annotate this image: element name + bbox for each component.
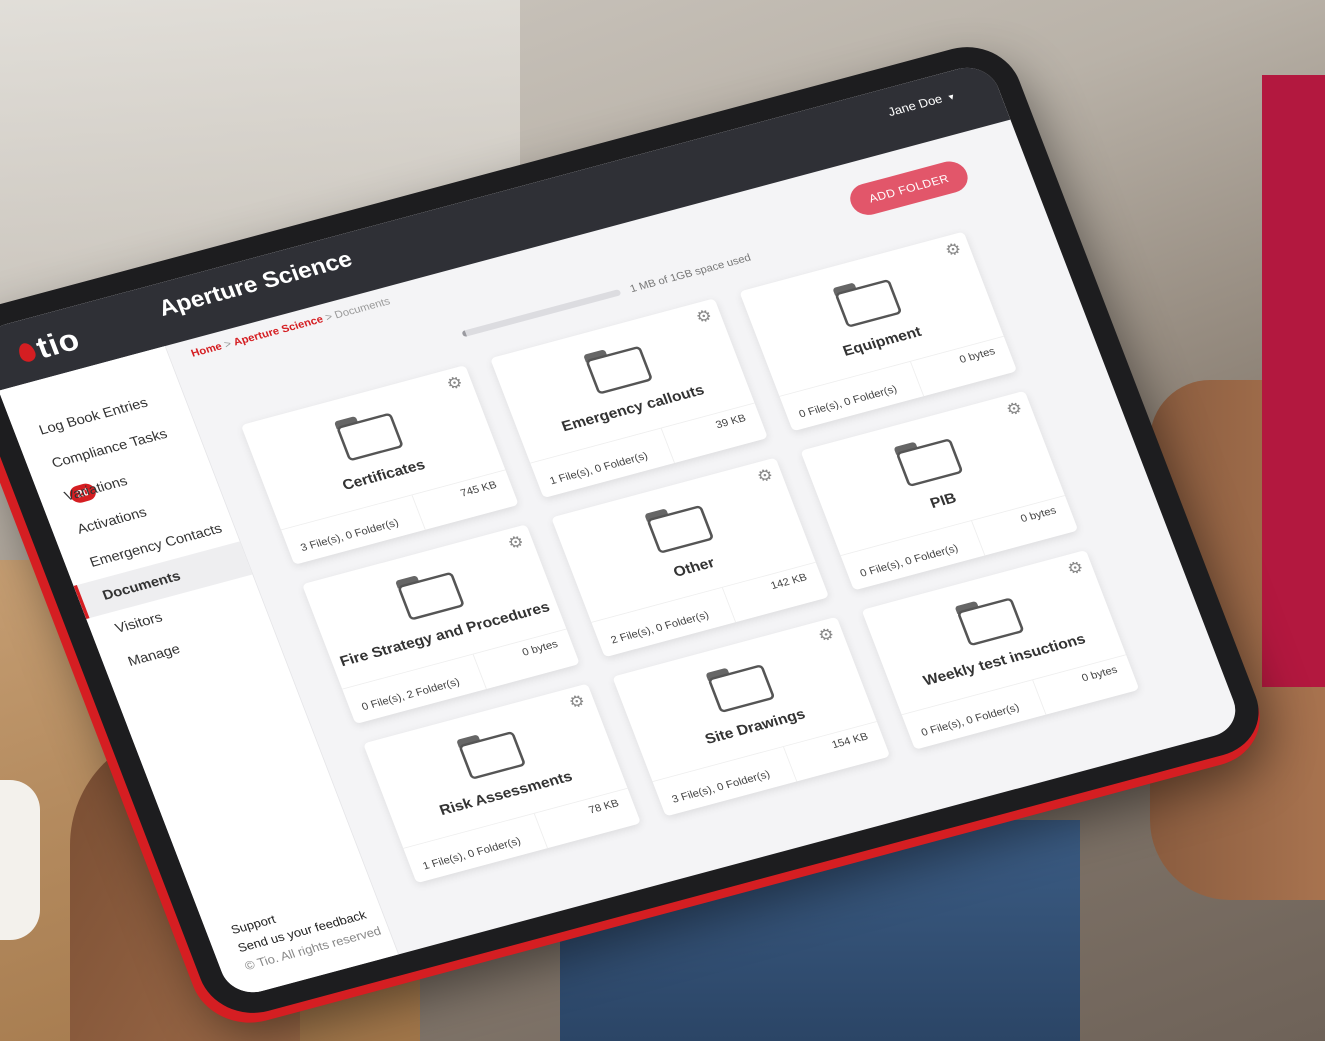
storage-progress-fill [461, 330, 467, 337]
folder-size: 0 bytes [1018, 503, 1058, 525]
folder-file-count: 2 File(s), 0 Folder(s) [591, 587, 737, 658]
folder-size: 0 bytes [520, 637, 560, 659]
sidebar-item-label: Visitors [112, 609, 165, 637]
folder-size: 78 KB [586, 796, 621, 816]
folder-card-pib[interactable]: ⚙ PIB 0 File(s), 0 Folder(s) 0 bytes [800, 390, 1079, 591]
user-menu[interactable]: Jane Doe ▼ [886, 89, 958, 120]
folder-file-count: 0 File(s), 0 Folder(s) [779, 361, 925, 432]
sidebar-item-label: Manage [125, 641, 183, 670]
coffee-cup [0, 780, 40, 940]
folder-file-count: 1 File(s), 0 Folder(s) [403, 813, 548, 884]
gear-icon[interactable]: ⚙ [566, 690, 588, 713]
gear-icon[interactable]: ⚙ [505, 531, 527, 554]
folder-file-count: 0 File(s), 0 Folder(s) [901, 679, 1047, 750]
folder-card-fire-strategy[interactable]: ⚙ Fire Strategy and Procedures 0 File(s)… [301, 524, 580, 725]
folder-icon [583, 341, 654, 395]
folder-icon [893, 433, 964, 488]
breadcrumb-separator: > [323, 310, 335, 324]
folder-file-count: 0 File(s), 2 Folder(s) [342, 654, 487, 725]
folder-file-count: 0 File(s), 0 Folder(s) [840, 520, 986, 591]
folder-card-weekly-test[interactable]: ⚙ Weekly test insuctions 0 File(s), 0 Fo… [861, 549, 1140, 750]
breadcrumb-home[interactable]: Home [189, 340, 223, 359]
folder-size: 0 bytes [1079, 663, 1119, 684]
user-name: Jane Doe [886, 92, 945, 120]
folder-file-count: 3 File(s), 0 Folder(s) [652, 746, 798, 817]
gear-icon[interactable]: ⚙ [693, 305, 715, 328]
folder-file-count: 1 File(s), 0 Folder(s) [530, 428, 675, 499]
folder-icon [333, 408, 405, 462]
folder-card-emergency-callouts[interactable]: ⚙ Emergency callouts 1 File(s), 0 Folder… [490, 298, 768, 499]
folder-card-certificates[interactable]: ⚙ Certificates 3 File(s), 0 Folder(s) 745… [240, 365, 519, 565]
gear-icon[interactable]: ⚙ [1064, 557, 1086, 580]
breadcrumb-current: Documents [332, 294, 392, 321]
folder-size: 142 KB [768, 570, 809, 592]
sidebar-item-label: Variations [62, 473, 130, 504]
gear-icon[interactable]: ⚙ [942, 238, 964, 261]
gear-icon[interactable]: ⚙ [1003, 397, 1025, 420]
folder-file-count: 3 File(s), 0 Folder(s) [281, 495, 426, 565]
folder-icon [644, 500, 715, 555]
folder-size: 154 KB [829, 729, 870, 751]
folder-size: 745 KB [458, 478, 499, 500]
add-folder-button[interactable]: ADD FOLDER [845, 157, 973, 219]
flame-icon [16, 341, 38, 364]
folder-icon [705, 659, 776, 714]
folder-size: 39 KB [713, 411, 748, 431]
folder-icon [954, 592, 1025, 647]
folder-grid: ⚙ Certificates 3 File(s), 0 Folder(s) 745… [240, 231, 1140, 884]
gear-icon[interactable]: ⚙ [815, 623, 837, 646]
folder-icon [395, 567, 466, 621]
folder-card-site-drawings[interactable]: ⚙ Site Drawings 3 File(s), 0 Folder(s) 15… [612, 616, 891, 817]
folder-card-equipment[interactable]: ⚙ Equipment 0 File(s), 0 Folder(s) 0 byte… [739, 231, 1018, 432]
folder-size: 0 bytes [957, 344, 997, 366]
logo[interactable]: tio [13, 323, 85, 371]
logo-text: tio [31, 322, 85, 366]
storage-text: 1 MB of 1GB space used [627, 251, 753, 295]
breadcrumb-separator: > [222, 337, 233, 351]
folder-icon [832, 274, 903, 329]
gear-icon[interactable]: ⚙ [444, 372, 466, 395]
brand-panel [1262, 75, 1325, 687]
folder-icon [456, 726, 527, 780]
gear-icon[interactable]: ⚙ [754, 464, 776, 487]
folder-card-other[interactable]: ⚙ Other 2 File(s), 0 Folder(s) 142 KB [551, 457, 830, 658]
sidebar-footer: Support Send us your feedback © Tio. All… [228, 886, 384, 976]
chevron-down-icon: ▼ [945, 92, 958, 103]
folder-card-risk-assessments[interactable]: ⚙ Risk Assessments 1 File(s), 0 Folder(s… [363, 683, 641, 884]
